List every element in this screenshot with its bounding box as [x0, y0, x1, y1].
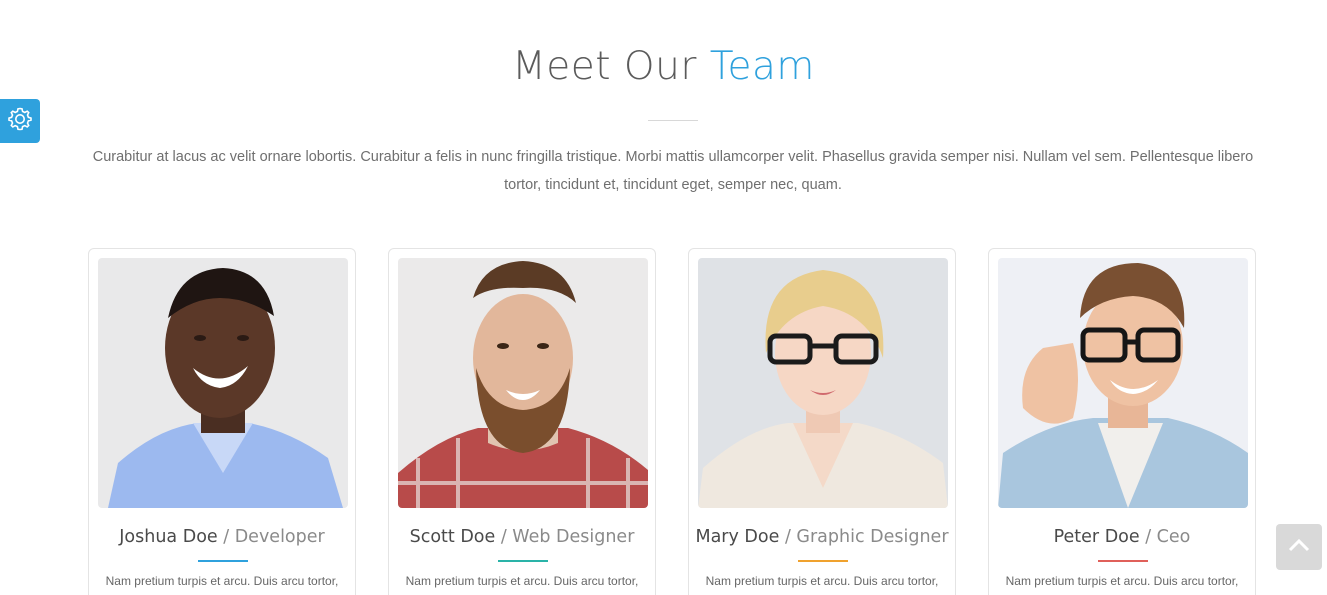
member-role: Developer [234, 527, 325, 547]
member-name-role: Peter Doe / Ceo [989, 527, 1255, 547]
member-name-role: Scott Doe / Web Designer [389, 527, 655, 547]
card-divider [1098, 560, 1148, 562]
member-bio: Nam pretium turpis et arcu. Duis arcu to… [105, 574, 339, 588]
team-photo [398, 258, 648, 508]
name-separator: / [217, 527, 235, 547]
back-to-top-button[interactable] [1276, 524, 1322, 570]
name-separator: / [1139, 527, 1157, 547]
team-section: Meet Our Team Curabitur at lacus ac veli… [0, 0, 1327, 595]
member-name: Joshua Doe [119, 527, 218, 547]
title-divider [648, 120, 698, 121]
card-divider [198, 560, 248, 562]
card-divider [798, 560, 848, 562]
team-card-joshua: Joshua Doe / Developer Nam pretium turpi… [88, 248, 356, 595]
team-card-scott: Scott Doe / Web Designer Nam pretium tur… [388, 248, 656, 595]
member-bio: Nam pretium turpis et arcu. Duis arcu to… [1005, 574, 1239, 588]
member-name: Peter Doe [1053, 527, 1140, 547]
member-bio: Nam pretium turpis et arcu. Duis arcu to… [405, 574, 639, 588]
team-photo [98, 258, 348, 508]
card-divider [498, 560, 548, 562]
member-role: Graphic Designer [796, 527, 949, 547]
member-role: Ceo [1156, 527, 1191, 547]
member-name: Mary Doe [695, 527, 780, 547]
title-accent: Team [709, 44, 815, 89]
member-role: Web Designer [512, 527, 635, 547]
member-name-role: Joshua Doe / Developer [89, 527, 355, 547]
name-separator: / [495, 527, 513, 547]
gear-icon [6, 105, 34, 138]
team-photo [698, 258, 948, 508]
member-name: Scott Doe [409, 527, 496, 547]
chevron-up-icon [1288, 538, 1310, 557]
member-bio: Nam pretium turpis et arcu. Duis arcu to… [705, 574, 939, 588]
team-card-peter: Peter Doe / Ceo Nam pretium turpis et ar… [988, 248, 1256, 595]
team-card-mary: Mary Doe / Graphic Designer Nam pretium … [688, 248, 956, 595]
settings-button[interactable] [0, 99, 40, 143]
title-main: Meet Our [512, 44, 710, 89]
section-title: Meet Our Team [0, 40, 1327, 94]
team-photo [998, 258, 1248, 508]
member-name-role: Mary Doe / Graphic Designer [689, 527, 955, 547]
name-separator: / [779, 527, 797, 547]
section-intro: Curabitur at lacus ac velit ornare lobor… [92, 149, 1254, 193]
